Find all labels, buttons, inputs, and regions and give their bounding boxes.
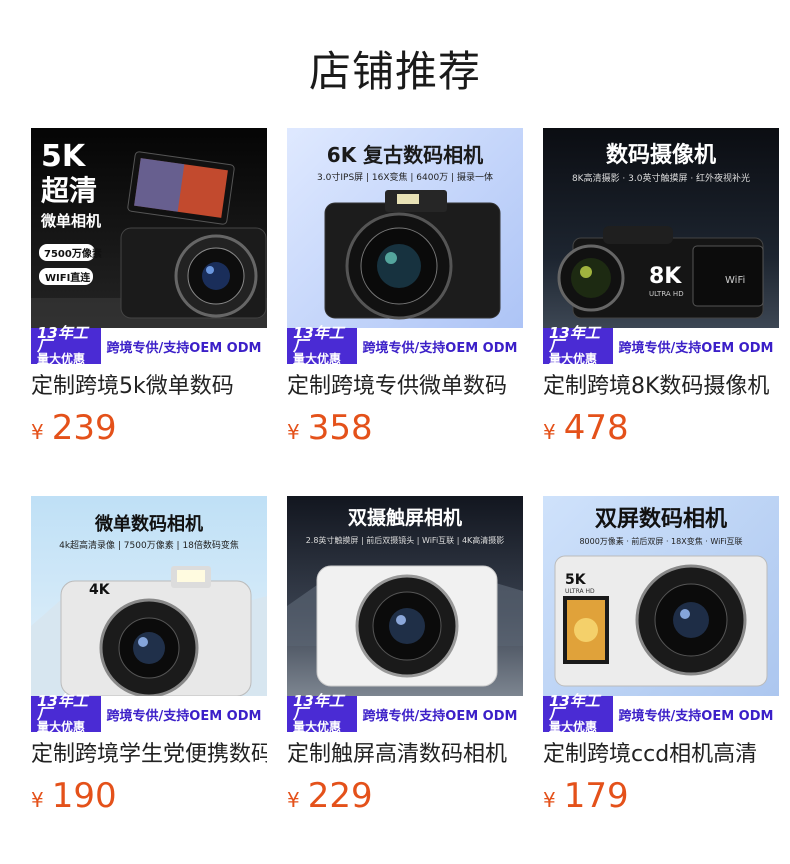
- thumb-caption: 4k超高清录像 | 7500万像素 | 18倍数码变焦: [59, 539, 239, 551]
- thumb-caption: 微单相机: [40, 212, 101, 230]
- thumb-wifi-label: WiFi: [725, 275, 745, 286]
- price-value: 239: [51, 408, 117, 448]
- factory-badge: 13年工厂 量大优惠: [287, 693, 357, 732]
- factory-badge: 13年工厂 量大优惠: [31, 325, 101, 364]
- banner-text: 跨境专供/支持OEM ODM: [362, 340, 518, 356]
- thumb-4k-label: 4K: [89, 582, 111, 598]
- banner-text: 跨境专供/支持OEM ODM: [106, 340, 262, 356]
- promo-banner: 13年工厂 量大优惠 跨境专供/支持OEM ODM: [543, 325, 779, 364]
- banner-text: 跨境专供/支持OEM ODM: [618, 708, 774, 724]
- thumb-8k-label: 8K: [649, 264, 682, 289]
- product-price: ¥ 478: [543, 408, 779, 448]
- promo-banner: 13年工厂 量大优惠 跨境专供/支持OEM ODM: [31, 693, 267, 732]
- product-image[interactable]: 数码摄像机 8K高清摄影 · 3.0英寸触摸屏 · 红外夜视补光 8K ULTR…: [543, 128, 779, 364]
- product-card[interactable]: 6K 复古数码相机 3.0寸IPS屏 | 16X变焦 | 6400万 | 摄录一…: [287, 128, 523, 448]
- product-image[interactable]: 6K 复古数码相机 3.0寸IPS屏 | 16X变焦 | 6400万 | 摄录一…: [287, 128, 523, 364]
- thumb-headline: 5K: [41, 139, 87, 174]
- product-price: ¥ 179: [543, 776, 779, 816]
- thumb-ultrahd-label: ULTRA HD: [565, 588, 595, 595]
- thumb-5k-label: 5K: [565, 572, 587, 588]
- currency-symbol: ¥: [287, 420, 300, 444]
- thumb-headline: 双屏数码相机: [595, 506, 727, 532]
- promo-banner: 13年工厂 量大优惠 跨境专供/支持OEM ODM: [543, 693, 779, 732]
- promo-banner: 13年工厂 量大优惠 跨境专供/支持OEM ODM: [287, 693, 523, 732]
- factory-badge: 13年工厂 量大优惠: [287, 325, 357, 364]
- thumb-headline: 双摄触屏相机: [348, 506, 462, 529]
- product-price: ¥ 190: [31, 776, 267, 816]
- factory-badge: 13年工厂 量大优惠: [543, 693, 613, 732]
- product-card[interactable]: 双摄触屏相机 2.8英寸触摸屏 | 前后双摄镜头 | WiFi互联 | 4K高清…: [287, 496, 523, 816]
- factory-badge: 13年工厂 量大优惠: [31, 693, 101, 732]
- product-card[interactable]: 双屏数码相机 8000万像素 · 前后双屏 · 18X变焦 · WiFi互联 5…: [543, 496, 779, 816]
- price-value: 190: [51, 776, 117, 816]
- banner-text: 跨境专供/支持OEM ODM: [362, 708, 518, 724]
- product-price: ¥ 229: [287, 776, 523, 816]
- thumb-pill: 7500万像素: [44, 247, 102, 260]
- product-name[interactable]: 定制跨境专供微单数码: [287, 372, 523, 402]
- product-image[interactable]: 双摄触屏相机 2.8英寸触摸屏 | 前后双摄镜头 | WiFi互联 | 4K高清…: [287, 496, 523, 732]
- promo-banner: 13年工厂 量大优惠 跨境专供/支持OEM ODM: [31, 325, 267, 364]
- product-card[interactable]: 5K 超清 微单相机 7500万像素 WIFI直连 13年工厂 量大优惠 跨境专…: [31, 128, 267, 448]
- thumb-caption: 3.0寸IPS屏 | 16X变焦 | 6400万 | 摄录一体: [317, 171, 493, 183]
- banner-text: 跨境专供/支持OEM ODM: [618, 340, 774, 356]
- product-name[interactable]: 定制跨境8K数码摄像机: [543, 372, 779, 402]
- thumb-headline: 数码摄像机: [606, 142, 716, 168]
- thumb-headline: 微单数码相机: [94, 513, 203, 535]
- thumb-headline: 6K 复古数码相机: [327, 143, 483, 167]
- thumb-caption: 8K高清摄影 · 3.0英寸触摸屏 · 红外夜视补光: [572, 172, 750, 184]
- banner-text: 跨境专供/支持OEM ODM: [106, 708, 262, 724]
- factory-badge: 13年工厂 量大优惠: [543, 325, 613, 364]
- thumb-subline: 超清: [41, 174, 97, 207]
- price-value: 478: [563, 408, 629, 448]
- product-name[interactable]: 定制跨境5k微单数码: [31, 372, 267, 402]
- product-image[interactable]: 5K 超清 微单相机 7500万像素 WIFI直连 13年工厂 量大优惠 跨境专…: [31, 128, 267, 364]
- section-title: 店铺推荐: [308, 47, 481, 96]
- thumb-caption: 8000万像素 · 前后双屏 · 18X变焦 · WiFi互联: [579, 536, 742, 546]
- product-card[interactable]: 微单数码相机 4k超高清录像 | 7500万像素 | 18倍数码变焦 4K 13…: [31, 496, 267, 816]
- currency-symbol: ¥: [543, 788, 556, 812]
- price-value: 358: [307, 408, 373, 448]
- product-name[interactable]: 定制触屏高清数码相机: [287, 740, 523, 770]
- promo-banner: 13年工厂 量大优惠 跨境专供/支持OEM ODM: [287, 325, 523, 364]
- currency-symbol: ¥: [31, 420, 44, 444]
- product-image[interactable]: 双屏数码相机 8000万像素 · 前后双屏 · 18X变焦 · WiFi互联 5…: [543, 496, 779, 732]
- thumb-pill: WIFI直连: [45, 271, 91, 284]
- product-card[interactable]: 数码摄像机 8K高清摄影 · 3.0英寸触摸屏 · 红外夜视补光 8K ULTR…: [543, 128, 779, 448]
- currency-symbol: ¥: [543, 420, 556, 444]
- thumb-ultrahd-label: ULTRA HD: [649, 290, 684, 298]
- thumb-caption: 2.8英寸触摸屏 | 前后双摄镜头 | WiFi互联 | 4K高清摄影: [306, 535, 505, 545]
- product-price: ¥ 239: [31, 408, 267, 448]
- currency-symbol: ¥: [287, 788, 300, 812]
- product-name[interactable]: 定制跨境学生党便携数码: [31, 740, 267, 770]
- price-value: 229: [307, 776, 373, 816]
- product-name[interactable]: 定制跨境ccd相机高清: [543, 740, 779, 770]
- product-image[interactable]: 微单数码相机 4k超高清录像 | 7500万像素 | 18倍数码变焦 4K 13…: [31, 496, 267, 732]
- price-value: 179: [563, 776, 629, 816]
- product-price: ¥ 358: [287, 408, 523, 448]
- currency-symbol: ¥: [31, 788, 44, 812]
